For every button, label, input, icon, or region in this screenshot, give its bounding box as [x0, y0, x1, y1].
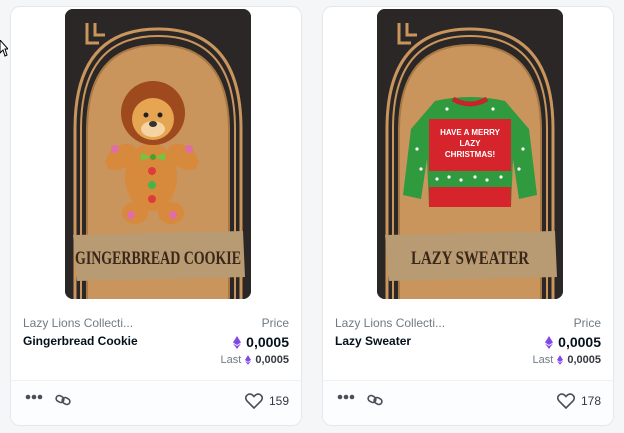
more-options-icon[interactable]	[25, 394, 43, 400]
last-price-value: 0,0005	[567, 354, 601, 366]
nft-artwork[interactable]: HAVE A MERRY LAZY CHRISTMAS! LAZY SWEATE…	[377, 9, 563, 299]
eth-icon	[245, 355, 252, 365]
sweater-text-line-3: CHRISTMAS!	[445, 150, 495, 159]
heart-icon	[244, 393, 263, 409]
sweater-text-line-2: LAZY	[460, 139, 482, 148]
art-title-text: GINGERBREAD COOKIE	[75, 248, 241, 269]
like-count: 159	[268, 394, 289, 408]
last-label: Last	[532, 354, 554, 366]
last-label: Last	[220, 354, 242, 366]
card-footer: 178	[323, 380, 613, 425]
link-icon[interactable]	[367, 393, 383, 407]
price-value: 0,0005	[558, 334, 601, 350]
item-name[interactable]: Gingerbread Cookie	[23, 334, 138, 348]
link-icon[interactable]	[55, 393, 71, 407]
last-sale: Last 0,0005	[533, 354, 601, 366]
like-count: 178	[580, 394, 601, 408]
price-label: Price	[261, 316, 289, 330]
price-value: 0,0005	[246, 334, 289, 350]
more-options-icon[interactable]	[337, 394, 355, 400]
eth-icon	[557, 355, 564, 365]
item-name[interactable]: Lazy Sweater	[335, 334, 411, 348]
nft-card-lazy-sweater[interactable]: HAVE A MERRY LAZY CHRISTMAS! LAZY SWEATE…	[322, 6, 614, 426]
nft-card-gingerbread-cookie[interactable]: GINGERBREAD COOKIE Lazy Lions Collecti..…	[10, 6, 302, 426]
price-label: Price	[573, 316, 601, 330]
mouse-cursor-icon	[0, 40, 8, 57]
nft-artwork[interactable]: GINGERBREAD COOKIE	[65, 9, 251, 299]
current-price: 0,0005	[545, 334, 601, 350]
eth-icon	[233, 335, 242, 349]
last-sale: Last 0,0005	[221, 354, 289, 366]
collection-name[interactable]: Lazy Lions Collecti...	[23, 316, 133, 330]
last-price-value: 0,0005	[255, 354, 289, 366]
sweater-text-line-1: HAVE A MERRY	[440, 128, 501, 137]
favorite-button[interactable]: 178	[556, 393, 601, 409]
current-price: 0,0005	[233, 334, 289, 350]
eth-icon	[545, 335, 554, 349]
favorite-button[interactable]: 159	[244, 393, 289, 409]
art-title-text: LAZY SWEATER	[411, 248, 529, 269]
collection-name[interactable]: Lazy Lions Collecti...	[335, 316, 445, 330]
heart-icon	[556, 393, 575, 409]
card-footer: 159	[11, 380, 301, 425]
